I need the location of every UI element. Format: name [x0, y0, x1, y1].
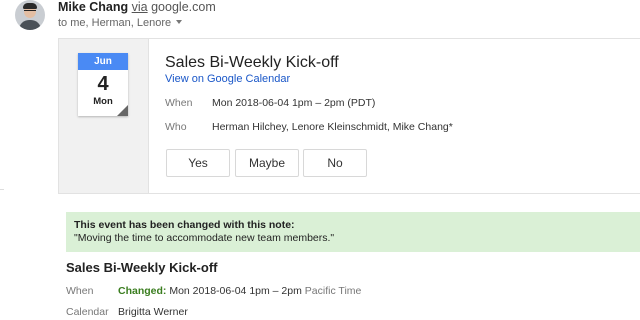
recipients-text: to me, Herman, Lenore: [58, 17, 172, 29]
sender-line: Mike Chang via google.com: [58, 0, 216, 15]
detail-when-time: Mon 2018-06-04 1pm – 2pm: [169, 285, 302, 297]
calendar-date-icon: Jun 4 Mon: [78, 53, 128, 116]
rsvp-maybe-button[interactable]: Maybe: [235, 149, 299, 177]
via-link[interactable]: via: [132, 0, 148, 14]
event-title: Sales Bi-Weekly Kick-off: [165, 54, 339, 71]
view-on-calendar-link[interactable]: View on Google Calendar: [165, 72, 290, 86]
rsvp-no-button[interactable]: No: [303, 149, 367, 177]
changed-badge: Changed:: [118, 285, 167, 297]
sender-domain: google.com: [151, 0, 216, 14]
event-invite-card: Jun 4 Mon Sales Bi-Weekly Kick-off View …: [58, 38, 640, 194]
when-label: When: [165, 97, 193, 109]
sender-name[interactable]: Mike Chang: [58, 0, 128, 14]
when-value: Mon 2018-06-04 1pm – 2pm (PDT): [212, 97, 376, 109]
avatar-hair: [23, 3, 37, 9]
avatar-glasses: [24, 10, 36, 13]
invite-card-sidebar: Jun 4 Mon: [59, 39, 149, 193]
detail-when-value: Changed: Mon 2018-06-04 1pm – 2pm Pacifi…: [118, 285, 361, 297]
detail-calendar-value: Brigitta Werner: [118, 306, 188, 318]
calendar-day: 4: [97, 73, 109, 95]
rsvp-yes-button[interactable]: Yes: [166, 149, 230, 177]
avatar-body: [19, 20, 41, 30]
detail-calendar-label: Calendar: [66, 306, 109, 318]
chevron-down-icon[interactable]: [176, 20, 183, 24]
detail-when-label: When: [66, 285, 94, 297]
event-detail-title: Sales Bi-Weekly Kick-off: [66, 260, 218, 275]
change-note-banner: This event has been changed with this no…: [66, 212, 640, 252]
who-label: Who: [165, 121, 187, 133]
divider: [0, 189, 4, 190]
who-value: Herman Hilchey, Lenore Kleinschmidt, Mik…: [212, 121, 453, 133]
change-note-heading: This event has been changed with this no…: [74, 219, 295, 231]
calendar-month: Jun: [78, 53, 128, 70]
sender-avatar[interactable]: [15, 0, 45, 30]
detail-timezone: Pacific Time: [304, 285, 362, 297]
page-fold-icon: [117, 105, 128, 116]
change-note-text: "Moving the time to accommodate new team…: [74, 232, 335, 244]
recipients-toggle[interactable]: to me, Herman, Lenore: [58, 17, 183, 30]
